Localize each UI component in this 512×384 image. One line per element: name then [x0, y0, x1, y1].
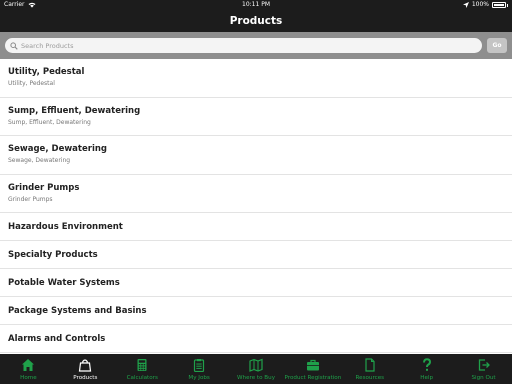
list-item-title: Potable Water Systems — [8, 278, 120, 288]
list-item-title: Utility, Pedestal — [8, 67, 85, 77]
shopping-bag-icon — [79, 359, 92, 372]
search-field[interactable] — [5, 38, 482, 53]
tab-bar: Home Products Calculators My Jobs Where … — [0, 354, 512, 384]
location-arrow-icon — [462, 2, 469, 8]
tab-sign-out[interactable]: Sign Out — [455, 354, 512, 384]
briefcase-icon — [306, 359, 319, 371]
list-item-subtitle: Sump, Effluent, Dewatering — [8, 118, 91, 126]
list-item-title: Specialty Products — [8, 250, 98, 260]
list-item-subtitle: Sewage, Dewatering — [8, 157, 71, 164]
battery-tip — [507, 3, 508, 7]
tab-resources[interactable]: Resources — [341, 354, 398, 384]
home-icon — [22, 359, 35, 371]
calculator-icon — [137, 359, 147, 371]
document-icon — [365, 358, 375, 372]
battery-percent: 100% — [471, 1, 489, 8]
tab-label: Products — [73, 375, 98, 381]
list-item-sewage-dewatering[interactable]: Sewage, Dewatering Sewage, Dewatering — [0, 136, 512, 175]
tab-my-jobs[interactable]: My Jobs — [171, 354, 228, 384]
page-title: Products — [229, 15, 283, 27]
tab-where-to-buy[interactable]: Where to Buy — [228, 354, 285, 384]
tab-label: My Jobs — [188, 375, 210, 381]
list-item-title: Alarms and Controls — [8, 334, 106, 344]
sign-out-icon — [478, 359, 490, 371]
go-button[interactable]: Go — [487, 38, 507, 53]
list-item-grinder-pumps[interactable]: Grinder Pumps Grinder Pumps — [0, 175, 512, 213]
tab-home[interactable]: Home — [0, 354, 57, 384]
list-item-subtitle: Grinder Pumps — [8, 195, 53, 203]
tab-help[interactable]: Help — [398, 354, 455, 384]
list-item-title: Grinder Pumps — [8, 182, 80, 193]
tab-products[interactable]: Products — [57, 354, 114, 384]
list-item-alarms-and-controls[interactable]: Alarms and Controls — [0, 325, 512, 353]
tab-label: Help — [420, 375, 434, 381]
tab-label: Where to Buy — [237, 375, 276, 381]
search-input[interactable] — [21, 39, 461, 52]
navigation-bar: Products — [0, 10, 512, 32]
status-bar: Carrier 10:11 PM 100% — [0, 0, 512, 10]
status-right: 100% — [462, 0, 508, 10]
list-item-subtitle: Utility, Pedestal — [8, 80, 55, 87]
list-item-title: Package Systems and Basins — [8, 306, 147, 316]
map-icon — [249, 358, 263, 372]
search-bar: Go — [0, 32, 512, 59]
list-item-sump-effluent-dewatering[interactable]: Sump, Effluent, Dewatering Sump, Effluen… — [0, 98, 512, 136]
list-item-potable-water-systems[interactable]: Potable Water Systems — [0, 269, 512, 297]
list-item-utility-pedestal[interactable]: Utility, Pedestal Utility, Pedestal — [0, 59, 512, 98]
battery-icon — [492, 2, 506, 8]
clipboard-icon — [194, 359, 205, 372]
tab-label: Sign Out — [471, 375, 496, 381]
tab-label: Resources — [355, 375, 385, 381]
tab-label: Home — [20, 375, 37, 381]
search-icon — [10, 41, 18, 50]
list-item-specialty-products[interactable]: Specialty Products — [0, 241, 512, 269]
tab-label: Calculators — [126, 375, 158, 381]
list-item-title: Sump, Effluent, Dewatering — [8, 105, 141, 116]
tab-product-registration[interactable]: Product Registration — [284, 354, 341, 384]
status-time: 10:11 PM — [242, 1, 270, 8]
list-item-package-systems-and-basins[interactable]: Package Systems and Basins — [0, 297, 512, 325]
list-item-title: Sewage, Dewatering — [8, 144, 107, 154]
question-mark-icon — [422, 358, 431, 371]
list-item-title: Hazardous Environment — [8, 222, 123, 232]
tab-calculators[interactable]: Calculators — [114, 354, 171, 384]
product-list: Utility, Pedestal Utility, Pedestal Sump… — [0, 59, 512, 354]
tab-label: Product Registration — [284, 375, 342, 381]
list-item-hazardous-environment[interactable]: Hazardous Environment — [0, 213, 512, 241]
